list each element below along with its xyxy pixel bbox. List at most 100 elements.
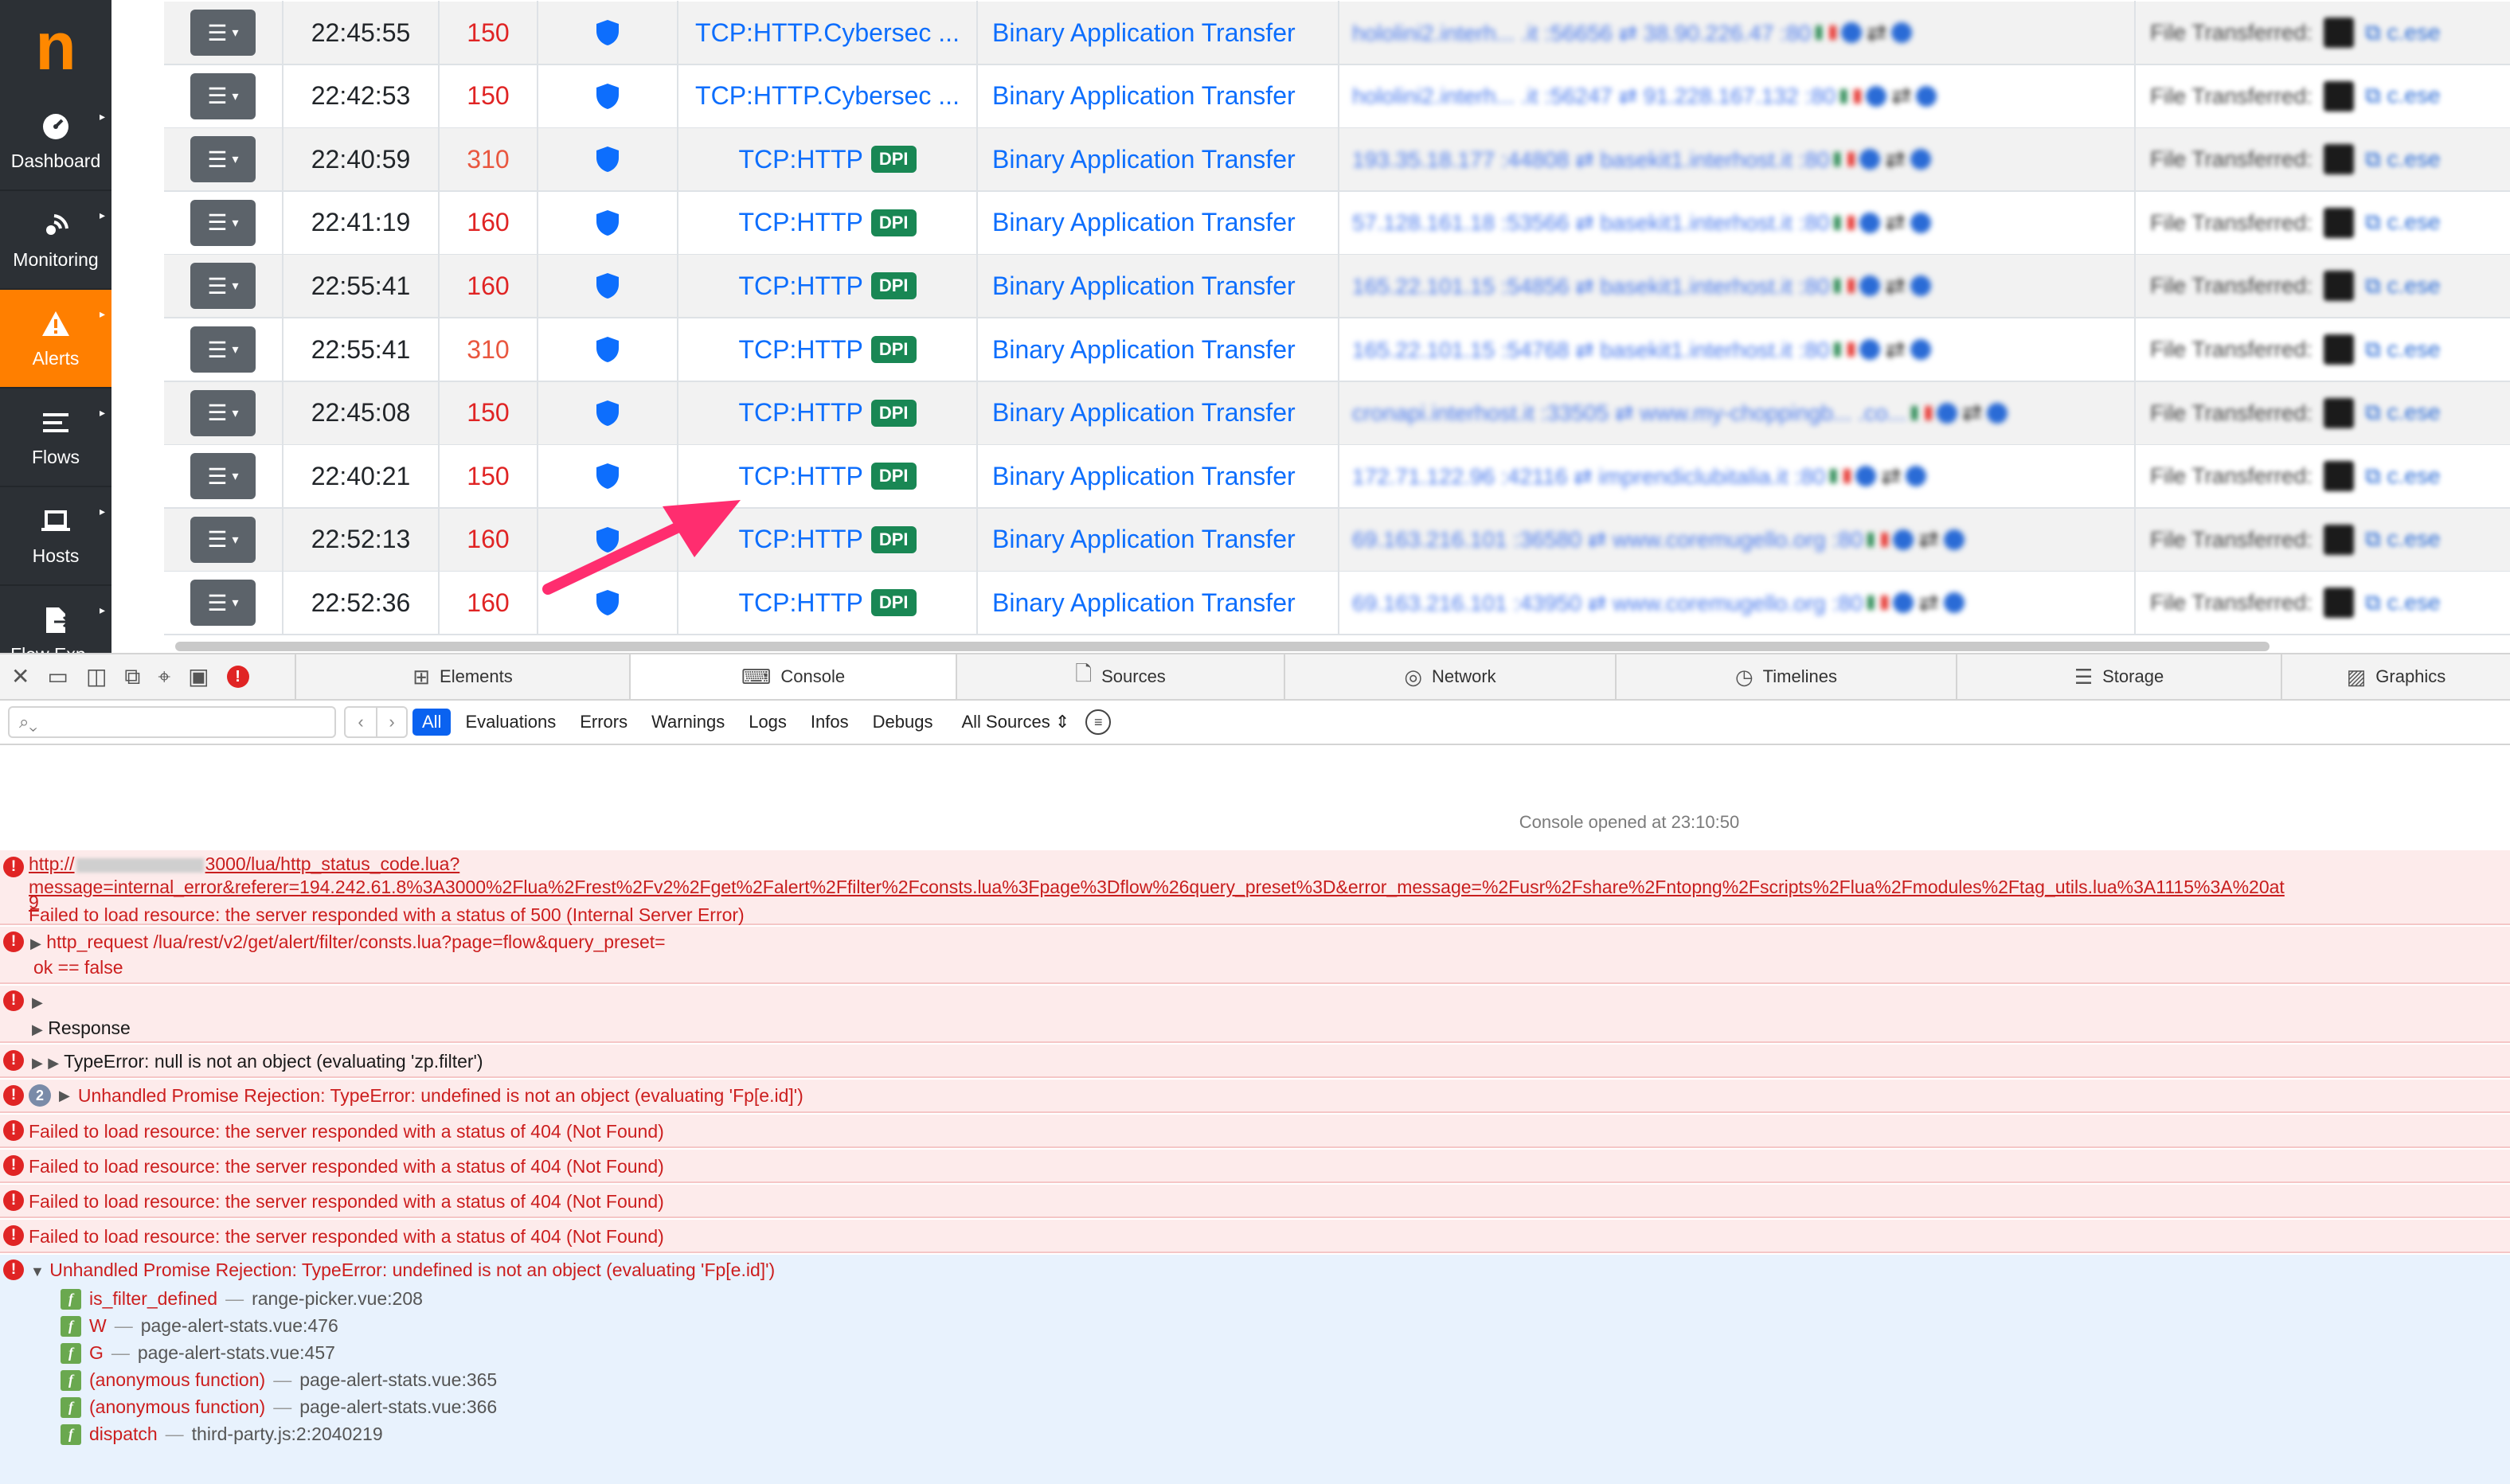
row-actions-button[interactable]: ☰ ▾ bbox=[190, 389, 256, 436]
detach-window-icon[interactable]: ⧉ bbox=[124, 666, 140, 688]
filter-debugs[interactable]: Debugs bbox=[863, 709, 943, 736]
tab-console[interactable]: ⌨ Console bbox=[629, 654, 956, 699]
application-cell[interactable]: TCP:HTTP DPI bbox=[678, 444, 978, 509]
application-link[interactable]: TCP:HTTP bbox=[738, 398, 862, 428]
row-actions-button[interactable]: ☰ ▾ bbox=[190, 263, 256, 310]
row-actions-button[interactable]: ☰ ▾ bbox=[190, 136, 256, 183]
stack-frame[interactable]: f (anonymous function) — page-alert-stats.v… bbox=[61, 1369, 497, 1391]
download-icon[interactable] bbox=[2323, 334, 2354, 365]
application-cell[interactable]: TCP:HTTP DPI bbox=[678, 381, 978, 445]
filter-infos[interactable]: Infos bbox=[801, 709, 858, 736]
flow-description[interactable]: hololini2.interh... .it :56656 ⇄ 38.90.2… bbox=[1352, 19, 1913, 47]
download-icon[interactable] bbox=[2323, 80, 2354, 111]
external-link-icon[interactable]: ⧉ c.ese bbox=[2365, 526, 2441, 553]
flow-description[interactable]: 172.71.122.96 :42116 ⇄ imprendiclubitali… bbox=[1352, 463, 1927, 490]
external-link-icon[interactable]: ⧉ c.ese bbox=[2365, 463, 2441, 490]
crosshair-icon[interactable]: ⌖ bbox=[158, 666, 170, 688]
flow-description[interactable]: 57.128.161.18 :53566 ⇄ basekit1.interhos… bbox=[1352, 209, 1931, 236]
filter-warnings[interactable]: Warnings bbox=[642, 709, 734, 736]
row-actions-button[interactable]: ☰ ▾ bbox=[190, 72, 256, 119]
stack-frame[interactable]: f G — page-alert-stats.vue:457 bbox=[61, 1342, 335, 1364]
application-cell[interactable]: TCP:HTTP DPI bbox=[678, 254, 978, 318]
alert-type-link[interactable]: Binary Application Transfer bbox=[978, 64, 1339, 128]
filter-all[interactable]: All bbox=[412, 709, 452, 736]
disclosure-triangle-icon[interactable]: ▶ bbox=[59, 1088, 70, 1104]
download-icon[interactable] bbox=[2323, 144, 2354, 175]
chevron-right-icon[interactable]: › bbox=[376, 708, 406, 736]
application-link[interactable]: TCP:HTTP bbox=[738, 462, 862, 491]
sidebar-item-flow-exporters[interactable]: ▸ Flow Exp... bbox=[0, 586, 111, 653]
error-url-line1[interactable]: http://3000/lua/http_status_code.lua? bbox=[29, 853, 459, 875]
alert-type-link[interactable]: Binary Application Transfer bbox=[978, 1, 1339, 64]
error-url-line2[interactable]: message=internal_error&referer=194.242.6… bbox=[29, 877, 2285, 898]
application-link[interactable]: TCP:HTTP bbox=[738, 271, 862, 301]
tab-graphics[interactable]: ▨ Graphics bbox=[2281, 654, 2510, 699]
external-link-icon[interactable]: ⧉ c.ese bbox=[2365, 209, 2441, 236]
external-link-icon[interactable]: ⧉ c.ese bbox=[2365, 273, 2441, 299]
flow-description[interactable]: cronapi.interhost.it :33505 ⇄ www.my-cho… bbox=[1352, 399, 2008, 427]
sources-select[interactable]: All Sources ⇕ bbox=[961, 712, 1069, 732]
application-cell[interactable]: TCP:HTTP DPI bbox=[678, 318, 978, 381]
alert-type-link[interactable]: Binary Application Transfer bbox=[978, 507, 1339, 572]
disclosure-triangle-icon[interactable]: ▶ bbox=[30, 935, 41, 951]
alert-type-link[interactable]: Binary Application Transfer bbox=[978, 571, 1339, 635]
application-link[interactable]: TCP:HTTP bbox=[738, 525, 862, 554]
ntopng-logo[interactable]: n bbox=[0, 0, 111, 92]
chevron-left-icon[interactable]: ‹ bbox=[346, 708, 376, 736]
row-actions-button[interactable]: ☰ ▾ bbox=[190, 580, 256, 627]
device-icon[interactable]: ▣ bbox=[188, 666, 209, 688]
download-icon[interactable] bbox=[2323, 524, 2354, 555]
application-link[interactable]: TCP:HTTP bbox=[738, 208, 862, 237]
alert-type-link[interactable]: Binary Application Transfer bbox=[978, 381, 1339, 445]
external-link-icon[interactable]: ⧉ c.ese bbox=[2365, 337, 2441, 363]
application-link[interactable]: TCP:HTTP bbox=[738, 335, 862, 365]
alert-type-link[interactable]: Binary Application Transfer bbox=[978, 444, 1339, 509]
close-icon[interactable]: ✕ bbox=[11, 666, 29, 688]
external-link-icon[interactable]: ⧉ c.ese bbox=[2365, 590, 2441, 616]
tab-timelines[interactable]: ◷ Timelines bbox=[1615, 654, 1956, 699]
disclosure-triangle-icon[interactable]: ▶ bbox=[32, 1021, 43, 1037]
stack-frame[interactable]: f W — page-alert-stats.vue:476 bbox=[61, 1315, 338, 1337]
sidebar-item-monitoring[interactable]: ▸ Monitoring bbox=[0, 191, 111, 290]
tab-sources[interactable]: 🗋 Sources bbox=[956, 654, 1284, 699]
tab-network[interactable]: ◎ Network bbox=[1284, 654, 1615, 699]
source-location[interactable]: range-picker.vue:208 bbox=[252, 1288, 423, 1310]
source-location[interactable]: page-alert-stats.vue:457 bbox=[138, 1342, 335, 1364]
disclosure-triangle-icon[interactable]: ▶ bbox=[32, 1055, 43, 1071]
source-location[interactable]: page-alert-stats.vue:476 bbox=[141, 1315, 338, 1337]
filter-evaluations[interactable]: Evaluations bbox=[455, 709, 565, 736]
flow-description[interactable]: 69.163.216.101 :43950 ⇄ www.coremugello.… bbox=[1352, 589, 1965, 617]
application-cell[interactable]: TCP:HTTP.Cybersec ... bbox=[678, 1, 978, 64]
external-link-icon[interactable]: ⧉ c.ese bbox=[2365, 83, 2441, 109]
application-cell[interactable]: TCP:HTTP.Cybersec ... bbox=[678, 64, 978, 128]
sidebar-item-alerts[interactable]: ▸ Alerts bbox=[0, 290, 111, 389]
stack-frame[interactable]: f (anonymous function) — page-alert-stats.v… bbox=[61, 1396, 497, 1418]
disclosure-triangle-icon[interactable]: ▶ bbox=[32, 994, 43, 1010]
filter-logs[interactable]: Logs bbox=[739, 709, 796, 736]
alert-type-link[interactable]: Binary Application Transfer bbox=[978, 254, 1339, 318]
external-link-icon[interactable]: ⧉ c.ese bbox=[2365, 400, 2441, 426]
application-cell[interactable]: TCP:HTTP DPI bbox=[678, 127, 978, 192]
download-icon[interactable] bbox=[2323, 18, 2354, 48]
row-actions-button[interactable]: ☰ ▾ bbox=[190, 516, 256, 563]
clear-console-icon[interactable]: ≡ bbox=[1085, 709, 1112, 735]
application-cell[interactable]: TCP:HTTP DPI bbox=[678, 507, 978, 572]
console-filter-input[interactable]: ⌕⌄ bbox=[8, 706, 336, 738]
disclosure-triangle-icon[interactable]: ▶ bbox=[48, 1055, 59, 1071]
application-link[interactable]: TCP:HTTP.Cybersec ... bbox=[695, 81, 960, 111]
flow-description[interactable]: hololini2.interh... .it :56247 ⇄ 91.228.… bbox=[1352, 82, 1937, 110]
download-icon[interactable] bbox=[2323, 461, 2354, 492]
application-link[interactable]: TCP:HTTP.Cybersec ... bbox=[695, 18, 960, 48]
dock-side-icon[interactable]: ◫ bbox=[86, 666, 107, 688]
download-icon[interactable] bbox=[2323, 271, 2354, 302]
row-actions-button[interactable]: ☰ ▾ bbox=[190, 199, 256, 246]
stack-frame[interactable]: f dispatch — third-party.js:2:2040219 bbox=[61, 1423, 383, 1445]
external-link-icon[interactable]: ⧉ c.ese bbox=[2365, 20, 2441, 46]
application-link[interactable]: TCP:HTTP bbox=[738, 588, 862, 618]
filter-errors[interactable]: Errors bbox=[570, 709, 637, 736]
sidebar-item-hosts[interactable]: ▸ Hosts bbox=[0, 487, 111, 586]
error-icon[interactable]: ! bbox=[226, 666, 249, 688]
disclosure-triangle-down-icon[interactable]: ▼ bbox=[30, 1263, 45, 1279]
row-actions-button[interactable]: ☰ ▾ bbox=[190, 326, 256, 373]
flow-description[interactable]: 69.163.216.101 :36580 ⇄ www.coremugello.… bbox=[1352, 525, 1965, 553]
